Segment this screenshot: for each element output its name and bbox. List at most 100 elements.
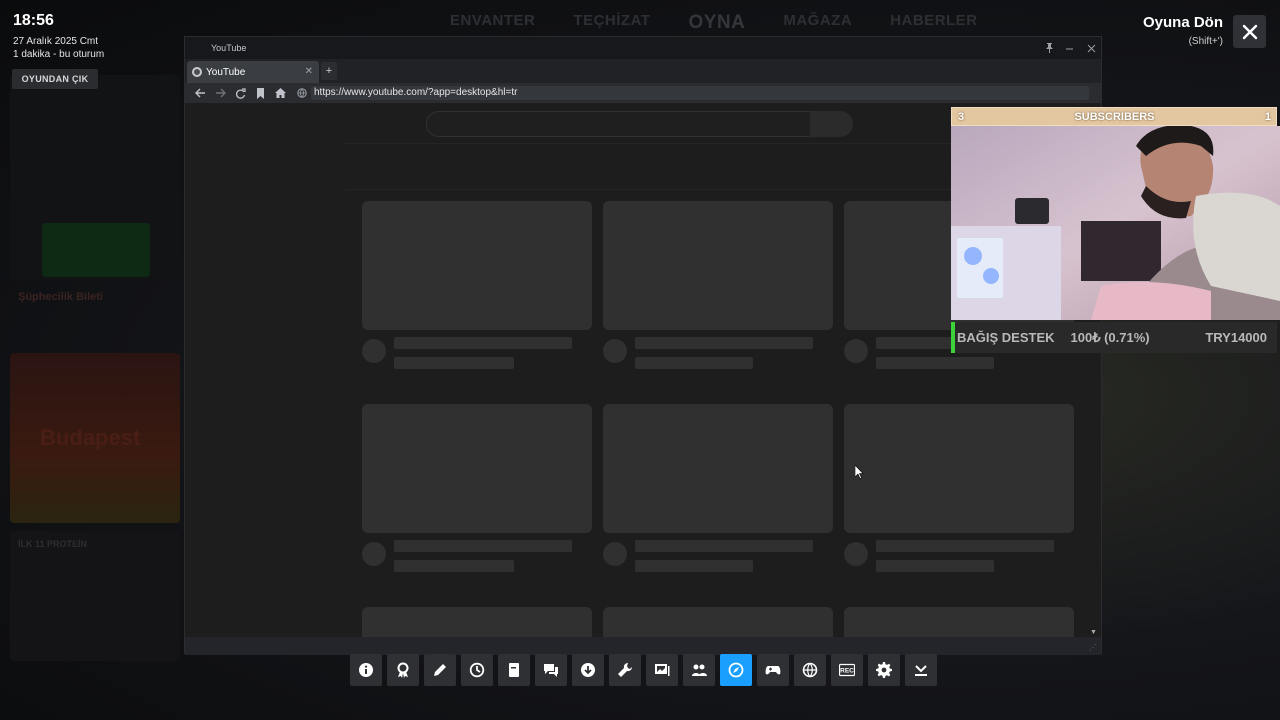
wrench-icon (618, 662, 633, 677)
title-placeholder (635, 337, 813, 349)
game-card-protein (10, 531, 180, 661)
subscribers-right-count: 1 (1264, 110, 1271, 123)
back-icon[interactable] (193, 86, 207, 100)
clock-icon (469, 662, 485, 678)
collapse-toolbar-button[interactable] (905, 654, 937, 686)
game-nav: ENVANTER TEÇHİZAT OYNA MAĞAZA HABERLER (450, 12, 978, 34)
workshop-button[interactable] (609, 654, 641, 686)
youtube-search-input[interactable] (426, 111, 811, 137)
channel-avatar-placeholder (844, 339, 868, 363)
video-thumbnail-placeholder[interactable] (362, 404, 592, 533)
window-close-icon[interactable] (1084, 41, 1098, 55)
clock-date: 27 Aralık 2025 Cmt (13, 36, 99, 47)
favicon-icon (192, 67, 202, 77)
mouse-cursor-icon (855, 465, 864, 479)
url-input[interactable]: https://www.youtube.com/?app=desktop&hl=… (311, 86, 1089, 100)
site-info-globe-icon[interactable] (295, 86, 309, 100)
controller-icon (765, 666, 781, 675)
subscribers-bar: 3 SUBSCRIBERS 1 (951, 107, 1277, 126)
channel-avatar-placeholder (603, 542, 627, 566)
donation-goal: TRY14000 (1205, 330, 1267, 345)
controller-settings-button[interactable] (757, 654, 789, 686)
overlay-toolbar: REC (350, 654, 937, 686)
browser-window-title: YouTube (211, 43, 247, 53)
screenshots-button[interactable] (646, 654, 678, 686)
download-icon (581, 663, 595, 677)
close-icon (1242, 24, 1257, 39)
video-thumbnail-placeholder[interactable] (844, 404, 1074, 533)
info-button[interactable] (350, 654, 382, 686)
channel-avatar-placeholder (362, 339, 386, 363)
video-thumbnail-placeholder[interactable] (844, 607, 1074, 637)
bookmark-icon[interactable] (253, 86, 267, 100)
forward-icon[interactable] (213, 86, 227, 100)
channel-avatar-placeholder (603, 339, 627, 363)
youtube-search-button[interactable] (810, 111, 853, 137)
meta-placeholder (876, 357, 994, 369)
notes-button[interactable] (424, 654, 456, 686)
chat-icon (544, 664, 558, 677)
achievements-button[interactable] (387, 654, 419, 686)
collapse-icon (915, 665, 927, 676)
web-button[interactable] (794, 654, 826, 686)
game-card-budapest-title: Budapest (40, 425, 141, 450)
channel-avatar-placeholder (362, 542, 386, 566)
title-placeholder (394, 540, 572, 552)
recording-button[interactable]: REC (831, 654, 863, 686)
rec-icon: REC (839, 663, 855, 677)
friends-button[interactable] (683, 654, 715, 686)
guides-button[interactable] (498, 654, 530, 686)
achievements-icon (397, 662, 409, 678)
settings-icon (876, 662, 892, 678)
tab-close-icon[interactable]: ✕ (305, 66, 313, 77)
browser-navbar: https://www.youtube.com/?app=desktop&hl=… (185, 83, 1101, 103)
timeline-button[interactable] (461, 654, 493, 686)
exit-game-button[interactable]: OYUNDAN ÇIK (12, 69, 98, 89)
minimize-icon[interactable] (1062, 41, 1076, 55)
browser-tab-label: YouTube (206, 66, 246, 78)
chat-button[interactable] (535, 654, 567, 686)
game-card-ticket-art (42, 223, 150, 277)
browser-titlebar[interactable]: YouTube (185, 37, 1101, 59)
browser-tabstrip: YouTube ✕ + (185, 59, 1101, 83)
game-nav-play: OYNA (688, 12, 746, 33)
game-nav-news: HABERLER (890, 12, 978, 29)
meta-placeholder (876, 560, 994, 572)
settings-button[interactable] (868, 654, 900, 686)
home-icon[interactable] (273, 86, 287, 100)
subscribers-title: SUBSCRIBERS (1074, 110, 1155, 123)
video-thumbnail-placeholder[interactable] (603, 404, 833, 533)
title-placeholder (876, 540, 1054, 552)
title-placeholder (394, 337, 572, 349)
resume-shortcut-hint: (Shift+') (1188, 36, 1223, 47)
pin-icon[interactable] (1042, 41, 1056, 55)
new-tab-button[interactable]: + (321, 62, 337, 80)
webcam-image (951, 126, 1280, 320)
downloads-button[interactable] (572, 654, 604, 686)
donation-title: BAĞIŞ DESTEK (957, 330, 1055, 345)
resize-grip-icon[interactable]: ⋰ (1089, 643, 1097, 652)
scroll-down-icon[interactable]: ▼ (1090, 629, 1097, 636)
pencil-icon (434, 664, 446, 676)
browser-icon (728, 662, 744, 678)
video-thumbnail-placeholder[interactable] (603, 201, 833, 330)
game-nav-inventory: ENVANTER (450, 12, 536, 29)
browser-statusbar (185, 637, 1101, 655)
video-thumbnail-placeholder[interactable] (362, 201, 592, 330)
session-duration: 1 dakika - bu oturum (13, 49, 105, 60)
donation-progress-accent (951, 322, 955, 353)
game-nav-store: MAĞAZA (783, 12, 853, 29)
friends-icon (692, 664, 707, 676)
meta-placeholder (635, 560, 753, 572)
close-overlay-button[interactable] (1233, 15, 1266, 48)
resume-game-button[interactable]: Oyuna Dön (1143, 14, 1223, 31)
video-thumbnail-placeholder[interactable] (362, 607, 592, 637)
globe-icon (802, 662, 818, 678)
browser-tab-youtube[interactable]: YouTube ✕ (187, 61, 319, 83)
webcam-feed (951, 126, 1280, 320)
web-browser-button[interactable] (720, 654, 752, 686)
game-nav-loadout: TEÇHİZAT (573, 12, 651, 29)
video-thumbnail-placeholder[interactable] (603, 607, 833, 637)
reload-icon[interactable] (233, 86, 247, 100)
donation-goal-bar: BAĞIŞ DESTEK 100₺ (0.71%) TRY14000 (951, 322, 1277, 353)
